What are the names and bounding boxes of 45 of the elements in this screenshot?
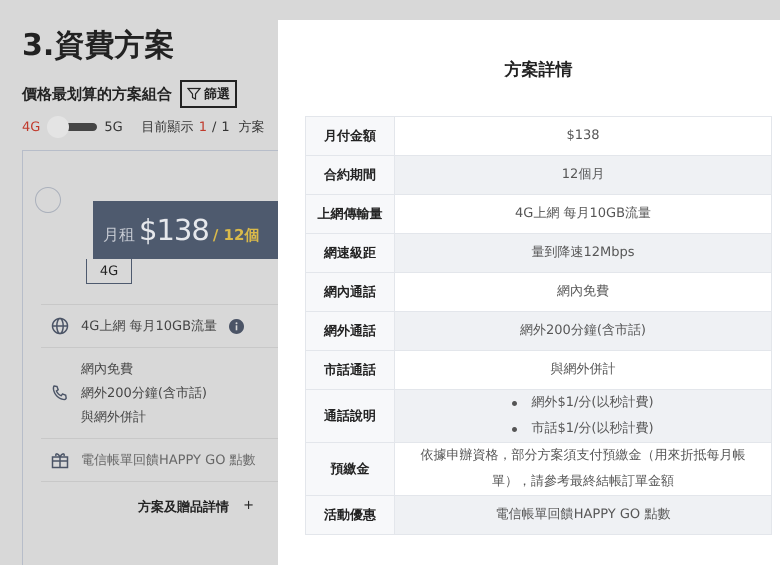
table-header-cell: 合約期間 <box>306 156 394 194</box>
price: $138 <box>139 213 209 247</box>
network-option[interactable]: 5G <box>104 120 123 134</box>
table-header-cell: 活動優惠 <box>306 496 394 534</box>
filter-button[interactable]: 篩選 <box>180 80 237 108</box>
network-option[interactable]: 4G <box>22 120 40 134</box>
globe-icon <box>51 317 69 335</box>
feature-text: 網外200分鐘(含市話) <box>81 385 207 402</box>
count-separator: / <box>212 120 216 134</box>
feature-text: 4G上網 每月10GB流量 <box>81 318 218 335</box>
table-header-cell: 月付金額 <box>306 116 394 156</box>
feature-text: 與網外併計 <box>81 409 147 426</box>
expand-icon[interactable]: + <box>243 498 254 516</box>
price-label: 月租 <box>103 225 135 246</box>
contract-period: / 12個 <box>212 226 260 245</box>
table-cell: 網外$1/分(以秒計費) 市話$1/分(以秒計費) <box>394 390 772 442</box>
table-cell: 電信帳單回饋HAPPY GO 點數 <box>394 496 772 534</box>
table-header-cell: 網內通話 <box>306 272 394 312</box>
table-header-cell: 通話說明 <box>306 390 394 442</box>
dialog-title: 方案詳情 <box>503 59 574 81</box>
filter-icon <box>187 87 201 101</box>
page-title: 3.資費方案 <box>22 28 176 64</box>
plan-radio[interactable] <box>35 187 61 213</box>
table-header-cell: 上網傳輸量 <box>306 194 394 234</box>
feature-text: 電信帳單回饋HAPPY GO 點數 <box>81 452 256 469</box>
network-tag: 4G <box>86 259 132 284</box>
table-header-cell: 網外通話 <box>306 312 394 350</box>
count-unit: 方案 <box>238 119 265 136</box>
gift-icon <box>51 451 69 469</box>
count-label: 目前顯示 <box>142 119 194 136</box>
phone-icon <box>51 384 69 402</box>
table-cell: 網外200分鐘(含市話) <box>394 312 772 350</box>
details-link[interactable]: 方案及贈品詳情 <box>138 498 230 516</box>
table-cell: 12個月 <box>394 156 772 194</box>
total-count: 1 <box>221 120 230 134</box>
table-cell: 量到降速12Mbps <box>394 234 772 272</box>
table-header-cell: 市話通話 <box>306 350 394 390</box>
table-header-cell: 預繳金 <box>306 442 394 496</box>
table-header-cell: 網速級距 <box>306 234 394 272</box>
feature-text: 網內免費 <box>81 361 134 378</box>
table-cell: $138 <box>394 116 772 156</box>
network-switch[interactable] <box>47 116 98 138</box>
section-heading: 價格最划算的方案組合 <box>22 84 172 104</box>
shown-count: 1 <box>198 120 207 134</box>
info-icon[interactable] <box>229 318 244 334</box>
